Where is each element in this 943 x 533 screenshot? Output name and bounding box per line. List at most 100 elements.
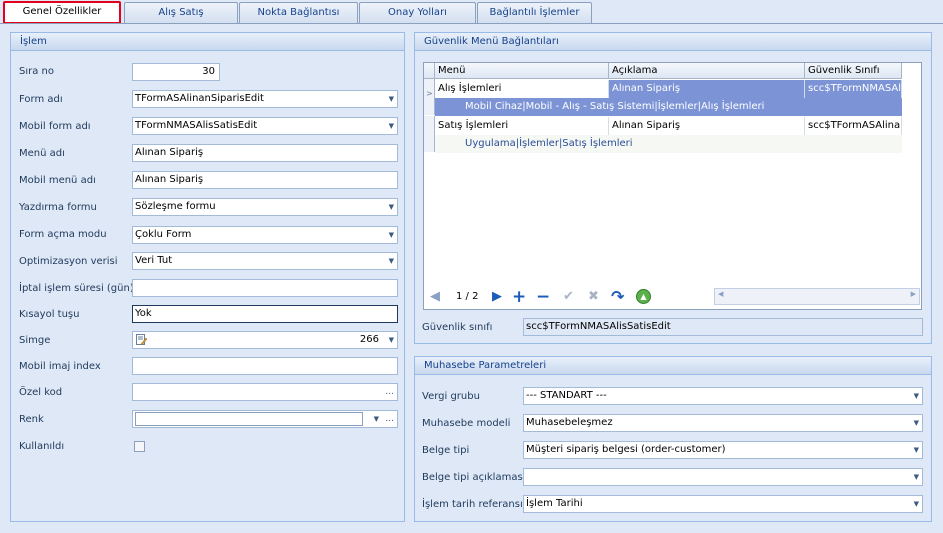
prev-page-icon[interactable]: ◀	[430, 288, 440, 306]
yazdirma-formu-label: Yazdırma formu	[19, 202, 97, 213]
grid-cell-menu[interactable]: Alış İşlemleri	[435, 80, 609, 98]
guvenlik-sinifi-field: scc$TFormNMASAlisSatisEdit	[523, 318, 923, 336]
chevron-down-icon[interactable]: ▼	[914, 442, 919, 458]
tab-baglantili-islemler[interactable]: Bağlantılı İşlemler	[477, 2, 592, 23]
chevron-down-icon[interactable]: ▼	[914, 469, 919, 485]
muhasebe-modeli-select[interactable]: Muhasebeleşmez ▼	[523, 414, 923, 432]
muhasebe-modeli-label: Muhasebe modeli	[422, 418, 511, 429]
mobil-form-adi-label: Mobil form adı	[19, 121, 91, 132]
belge-tipi-label: Belge tipi	[422, 445, 470, 456]
sira-no-field[interactable]: 30	[132, 63, 220, 81]
renk-select[interactable]: ▼ ...	[132, 410, 398, 428]
form-adi-select[interactable]: TFormASAlinanSiparisEdit ▼	[132, 90, 398, 108]
chevron-down-icon[interactable]: ▼	[389, 332, 394, 348]
remove-icon[interactable]: −	[536, 288, 550, 306]
grid-cell-sinif[interactable]: scc$TFormNMASAlis	[805, 80, 902, 98]
tab-genel-ozellikler[interactable]: Genel Özellikler	[3, 1, 121, 24]
simge-label: Simge	[19, 335, 51, 346]
grid-cell-aciklama[interactable]: Alınan Sipariş	[609, 117, 805, 135]
next-page-icon[interactable]: ▶	[492, 288, 502, 306]
yazdirma-formu-value: Sözleşme formu	[135, 201, 216, 212]
islem-group-title: İşlem	[11, 33, 404, 51]
simge-select[interactable]: 266 ▼	[132, 331, 398, 349]
chevron-down-icon[interactable]: ▼	[374, 411, 379, 427]
belge-tipi-select[interactable]: Müşteri sipariş belgesi (order-customer)…	[523, 441, 923, 459]
grid-hscrollbar[interactable]: ◀ ▶	[714, 288, 920, 305]
islem-tarih-select[interactable]: İşlem Tarihi ▼	[523, 495, 923, 513]
tab-nokta-baglantisi[interactable]: Nokta Bağlantısı	[239, 2, 358, 23]
belge-tipi-value: Müşteri sipariş belgesi (order-customer)	[526, 444, 726, 455]
document-edit-icon	[136, 334, 148, 346]
kisayol-field[interactable]: Yok	[132, 305, 398, 323]
tab-alis-satis[interactable]: Alış Satış	[124, 2, 238, 23]
mobil-form-adi-value: TFormNMASAlisSatisEdit	[135, 120, 258, 131]
grid-header-sinif[interactable]: Güvenlik Sınıfı	[805, 63, 902, 79]
chevron-down-icon[interactable]: ▼	[914, 415, 919, 431]
chevron-down-icon[interactable]: ▼	[389, 91, 394, 107]
check-icon[interactable]: ✔	[563, 288, 574, 306]
mobil-imaj-field[interactable]	[132, 357, 398, 375]
muhasebe-group-title: Muhasebe Parametreleri	[415, 357, 931, 375]
mobil-imaj-label: Mobil imaj index	[19, 361, 101, 372]
form-acma-modu-select[interactable]: Çoklu Form ▼	[132, 226, 398, 244]
grid-detail-row[interactable]: Mobil Cihaz|Mobil - Alış - Satış Sistemi…	[435, 98, 902, 116]
kullanildi-checkbox[interactable]	[134, 441, 145, 452]
vergi-grubu-label: Vergi grubu	[422, 391, 480, 402]
pager-text: 1 / 2	[456, 291, 479, 302]
renk-swatch	[135, 412, 363, 426]
chevron-down-icon[interactable]: ▼	[389, 118, 394, 134]
iptal-suresi-field[interactable]	[132, 279, 398, 297]
sira-no-label: Sıra no	[19, 66, 54, 77]
menu-adi-label: Menü adı	[19, 148, 65, 159]
guvenlik-sinifi-label: Güvenlik sınıfı	[422, 322, 493, 333]
grid-indicator-header	[424, 63, 435, 79]
chevron-down-icon[interactable]: ▼	[389, 199, 394, 215]
cancel-icon[interactable]: ✖	[588, 288, 599, 306]
ozel-kod-field[interactable]: ...	[132, 383, 398, 401]
refresh-icon[interactable]: ↷	[611, 288, 624, 306]
row-indicator[interactable]: >	[424, 79, 435, 115]
tab-bar: Genel Özellikler Alış Satış Nokta Bağlan…	[0, 0, 943, 24]
form-acma-modu-value: Çoklu Form	[135, 229, 192, 240]
simge-value: 266	[359, 334, 379, 345]
grid-navigator: ◀ 1 / 2 ▶ + − ✔ ✖ ↷ ▲	[426, 286, 686, 308]
menu-adi-field[interactable]: Alınan Sipariş	[132, 144, 398, 162]
ozel-kod-label: Özel kod	[19, 387, 63, 398]
kisayol-label: Kısayol tuşu	[19, 309, 80, 320]
iptal-suresi-label: İptal işlem süresi (gün)	[19, 283, 134, 294]
vergi-grubu-select[interactable]: --- STANDART --- ▼	[523, 387, 923, 405]
scroll-right-icon[interactable]: ▶	[911, 290, 916, 298]
add-icon[interactable]: +	[512, 288, 526, 306]
grid-detail-row[interactable]: Uygulama|İşlemler|Satış İşlemleri	[435, 135, 902, 153]
islem-tarih-label: İşlem tarih referansı	[422, 499, 523, 510]
grid-cell-sinif[interactable]: scc$TFormASAlinan	[805, 117, 902, 135]
muhasebe-modeli-value: Muhasebeleşmez	[526, 417, 613, 428]
grid-cell-menu[interactable]: Satış İşlemleri	[435, 117, 609, 135]
form-adi-label: Form adı	[19, 94, 63, 105]
belge-tipi-aciklama-label: Belge tipi açıklaması	[422, 472, 526, 483]
mobil-form-adi-select[interactable]: TFormNMASAlisSatisEdit ▼	[132, 117, 398, 135]
chevron-down-icon[interactable]: ▼	[389, 227, 394, 243]
chevron-down-icon[interactable]: ▼	[914, 496, 919, 512]
grid-header-aciklama[interactable]: Açıklama	[609, 63, 805, 79]
mobil-menu-adi-field[interactable]: Alınan Sipariş	[132, 171, 398, 189]
ellipsis-button[interactable]: ...	[385, 384, 394, 400]
form-adi-value: TFormASAlinanSiparisEdit	[135, 93, 264, 104]
renk-label: Renk	[19, 414, 44, 425]
kullanildi-label: Kullanıldı	[19, 441, 65, 452]
tab-onay-yollari[interactable]: Onay Yolları	[359, 2, 476, 23]
grid-cell-aciklama[interactable]: Alınan Sipariş	[609, 80, 805, 98]
scroll-left-icon[interactable]: ◀	[718, 290, 723, 298]
grid-header-menu[interactable]: Menü	[435, 63, 609, 79]
chevron-down-icon[interactable]: ▼	[389, 253, 394, 269]
optimizasyon-select[interactable]: Veri Tut ▼	[132, 252, 398, 270]
chevron-down-icon[interactable]: ▼	[914, 388, 919, 404]
guvenlik-grid: Menü Açıklama Güvenlik Sınıfı > Alış İşl…	[423, 62, 922, 310]
row-indicator[interactable]	[424, 116, 435, 152]
yazdirma-formu-select[interactable]: Sözleşme formu ▼	[132, 198, 398, 216]
filter-up-icon[interactable]: ▲	[636, 289, 651, 304]
optimizasyon-value: Veri Tut	[135, 255, 173, 266]
guvenlik-group-title: Güvenlik Menü Bağlantıları	[415, 33, 931, 51]
ellipsis-button[interactable]: ...	[385, 411, 394, 427]
belge-tipi-aciklama-select[interactable]: ▼	[523, 468, 923, 486]
